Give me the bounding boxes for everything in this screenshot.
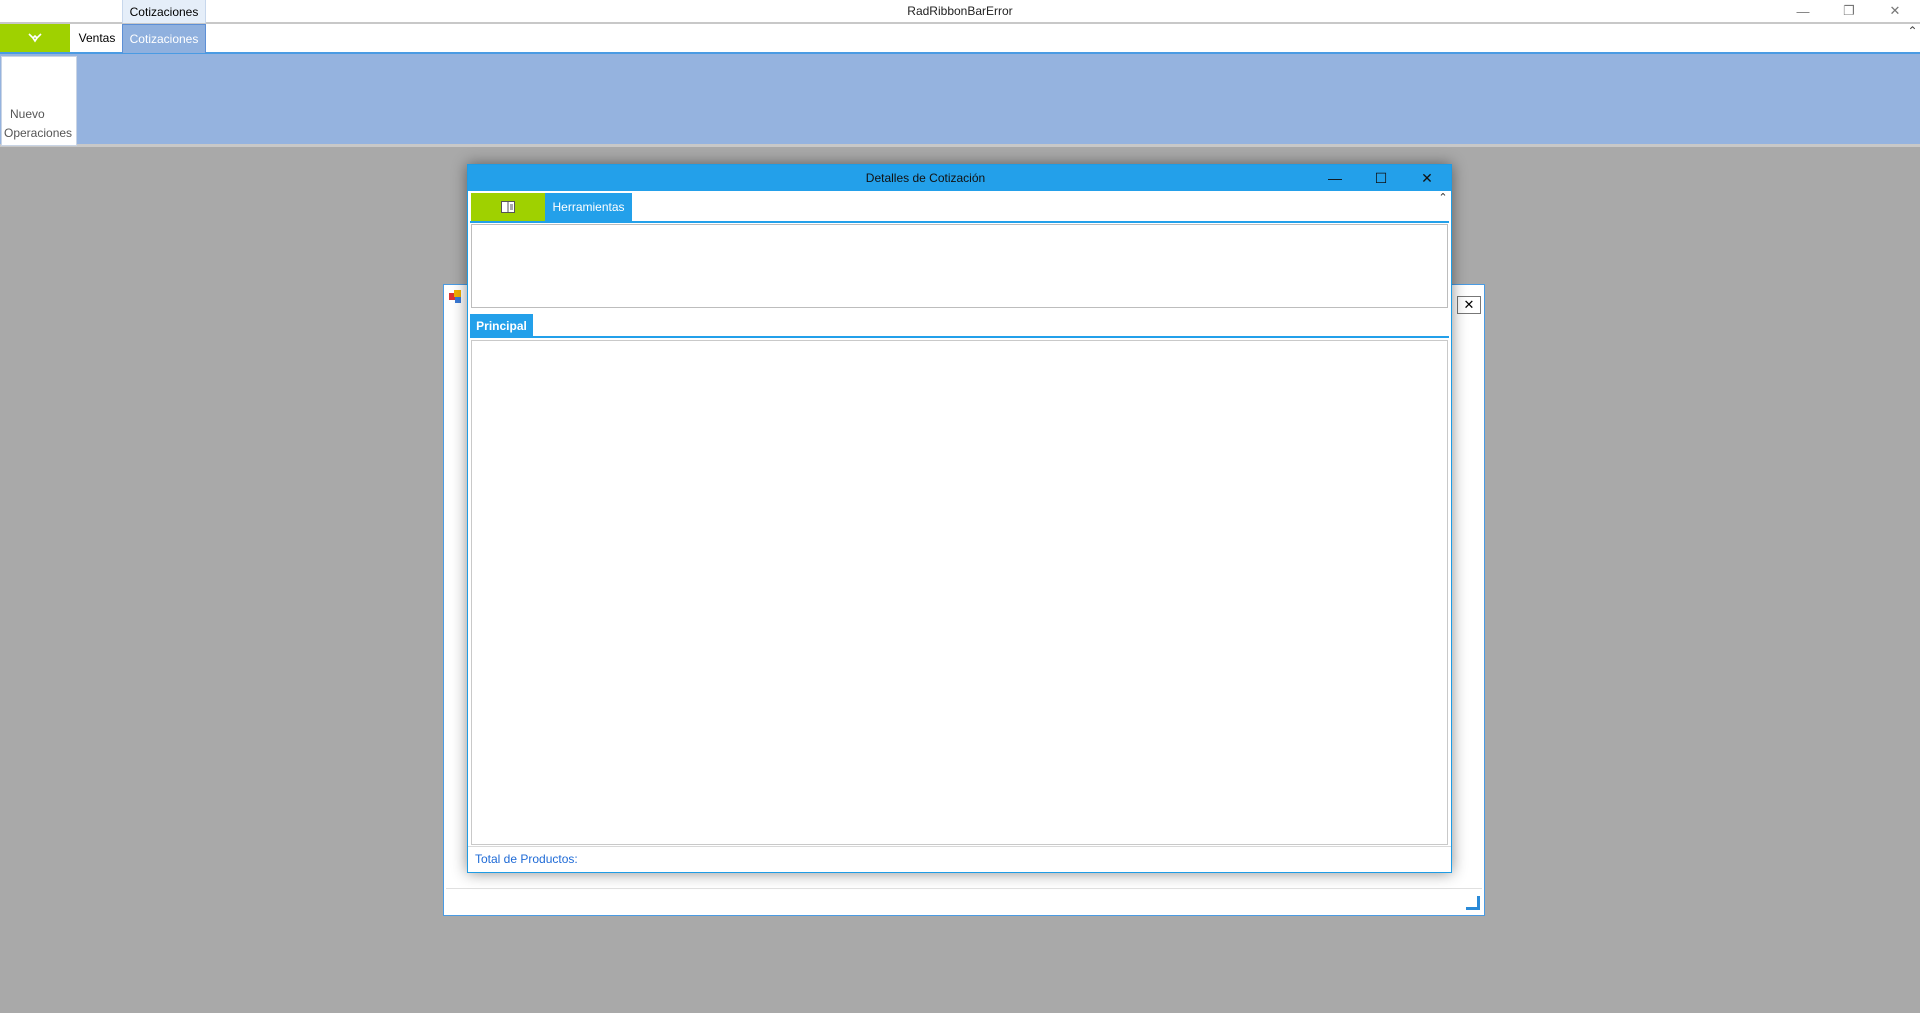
close-icon: ✕ [1889, 3, 1901, 18]
window-titlebar [0, 0, 1920, 24]
chevron-up-icon: ⌃ [1438, 192, 1448, 204]
handshake-icon [28, 33, 42, 43]
dialog-minimize-button[interactable]: — [1313, 165, 1357, 191]
minimize-icon: — [1328, 170, 1342, 186]
dialog-statusbar [468, 846, 1451, 872]
dialog-ribbon-body [471, 224, 1448, 308]
resize-grip-icon[interactable] [1466, 896, 1480, 910]
dialog-close-button[interactable]: ✕ [1405, 165, 1449, 191]
ribbon-body [0, 54, 1920, 147]
nuevo-button-label: Nuevo [10, 107, 45, 121]
mdi-child-statusbar [446, 888, 1482, 914]
restore-button[interactable]: ❐ [1826, 0, 1872, 22]
close-icon: ✕ [1421, 169, 1433, 186]
dialog-maximize-button[interactable]: ☐ [1359, 165, 1403, 191]
tab-principal[interactable]: Principal [470, 314, 533, 338]
dialog-application-menu-button[interactable] [471, 193, 545, 221]
minimize-button[interactable]: — [1780, 0, 1826, 22]
dialog-ribbon-collapse-button[interactable]: ⌃ [1436, 191, 1450, 205]
maximize-icon: ☐ [1374, 169, 1388, 186]
ribbon-group-label: Operaciones [4, 126, 73, 140]
close-button[interactable]: ✕ [1872, 0, 1918, 22]
dialog-title: Detalles de Cotización [865, 171, 986, 185]
restore-icon: ❐ [1843, 3, 1855, 18]
page-tab-strip [470, 314, 1449, 338]
total-productos-label: Total de Productos: [475, 852, 578, 866]
ribbon-tab-strip [0, 24, 1920, 54]
ribbon-collapse-button[interactable]: ⌃ [1905, 24, 1920, 44]
minimize-icon: — [1796, 3, 1810, 19]
tab-cotizaciones[interactable]: Cotizaciones [122, 24, 206, 53]
context-tab-group-header: Cotizaciones [122, 0, 206, 23]
form-icon [449, 290, 463, 304]
chevron-up-icon: ⌃ [1907, 24, 1918, 38]
tab-herramientas[interactable]: Herramientas [545, 193, 632, 222]
close-icon: ✕ [1463, 297, 1475, 312]
principal-content-panel [471, 340, 1448, 845]
document-icon [501, 201, 515, 213]
application-menu-button[interactable] [0, 24, 70, 52]
tab-ventas[interactable]: Ventas [72, 24, 122, 52]
mdi-child-close-button[interactable]: ✕ [1457, 296, 1481, 314]
